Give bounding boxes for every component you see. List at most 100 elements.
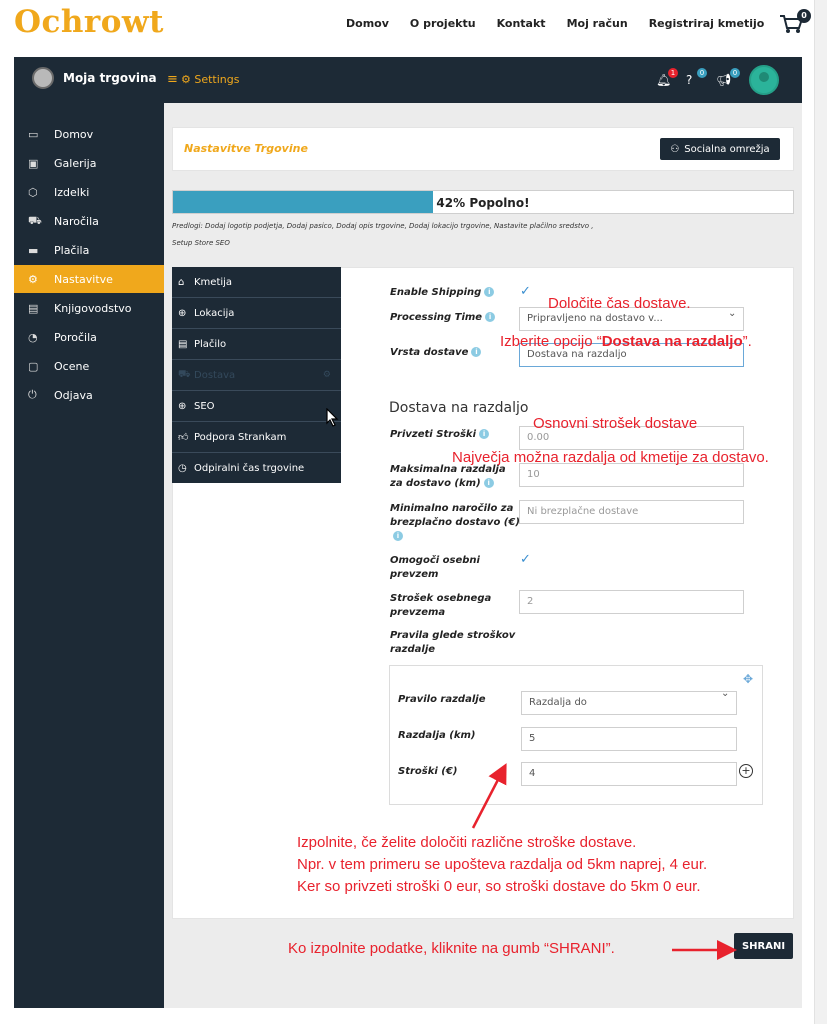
site-logo[interactable]: Ochrowt — [14, 4, 164, 40]
help-icon[interactable]: ? — [686, 73, 692, 87]
info-icon[interactable]: i — [483, 478, 494, 488]
sidebar-item-reviews[interactable]: ▢ Ocene — [14, 352, 164, 380]
truck-icon: ⛟ — [178, 368, 191, 380]
pickup-cost-label: Strošek osebnega prevzema — [390, 592, 491, 620]
money-icon: ▤ — [178, 338, 188, 350]
sidebar-item-payments[interactable]: ▬ Plačila — [14, 236, 164, 264]
annotation-text: ”. — [742, 333, 752, 350]
sidebar-item-label: Ocene — [54, 359, 90, 373]
annotation-text: Izberite opcijo “ — [500, 333, 602, 350]
max-distance-input[interactable]: 10 — [519, 463, 744, 487]
scrollbar[interactable] — [814, 0, 827, 1024]
nav-register-farm[interactable]: Registriraj kmetijo — [649, 17, 765, 30]
sidebar-item-label: Naročila — [54, 214, 99, 228]
suggestions-line: Predlogi: Dodaj logotip podjetja, Dodaj … — [172, 222, 594, 230]
min-order-label: Minimalno naročilo za brezplačno dostavo … — [390, 502, 520, 544]
submenu-seo[interactable]: ⊕ SEO — [172, 391, 341, 422]
rule-distance-label: Razdalja (km) — [398, 730, 476, 741]
submenu-location[interactable]: ⊕ Lokacija — [172, 298, 341, 329]
nav-about[interactable]: O projektu — [410, 17, 476, 30]
section-title: Dostava na razdaljo — [389, 400, 529, 416]
chevron-down-icon: ⌄ — [728, 308, 737, 319]
sidebar-item-products[interactable]: ⬡ Izdelki — [14, 178, 164, 206]
submenu-label: Plačilo — [194, 338, 227, 350]
clock-icon: ◷ — [178, 463, 187, 474]
submenu-farm[interactable]: ⌂ Kmetija — [172, 267, 341, 298]
chart-icon: ◔ — [28, 330, 38, 344]
user-avatar[interactable] — [749, 65, 779, 95]
label-text: Pravila glede stroškov — [390, 630, 516, 641]
suggestions-text: Predlogi: Dodaj logotip podjetja, Dodaj … — [172, 218, 692, 252]
label-text: razdalje — [390, 644, 436, 655]
label-text: Processing Time — [390, 312, 483, 323]
image-icon: ▣ — [28, 156, 39, 170]
money-icon: ▤ — [28, 301, 39, 315]
enable-shipping-checkbox[interactable]: ✓ — [520, 285, 534, 299]
label-text: Vrsta dostave — [390, 347, 469, 358]
gears-icon: ⚙ — [181, 73, 195, 86]
annotation-save: Ko izpolnite podatke, kliknite na gumb “… — [288, 940, 615, 957]
sidebar-item-accounting[interactable]: ▤ Knjigovodstvo — [14, 294, 164, 322]
annotation-text: Ker so privzeti stroški 0 eur, so strošk… — [297, 878, 701, 895]
nav-home[interactable]: Domov — [346, 17, 389, 30]
info-icon[interactable]: i — [479, 429, 490, 439]
enable-shipping-label: Enable Shipping i — [390, 286, 495, 300]
personal-pickup-label: Omogoči osebni prevzem — [390, 554, 480, 582]
sidebar-item-orders[interactable]: ⛟ Naročila — [14, 207, 164, 235]
sidebar-item-home[interactable]: ▭ Domov — [14, 120, 164, 148]
users-icon: ⚇ — [670, 143, 680, 155]
submenu-opening-hours[interactable]: ◷ Odpiralni čas trgovine — [172, 453, 341, 484]
annotation-text: Npr. v tem primeru se upošteva razdalja … — [297, 856, 708, 873]
max-distance-label: Maksimalna razdalja za dostavo (km) i — [390, 463, 506, 491]
cart-count-badge: 0 — [797, 9, 811, 23]
nav-account[interactable]: Moj račun — [567, 17, 628, 30]
label-text: brezplačno dostavo (€) — [390, 517, 520, 528]
sidebar-item-label: Nastavitve — [54, 272, 113, 286]
cart-icon: ⛟ — [28, 213, 42, 227]
add-rule-icon[interactable]: + — [739, 764, 753, 778]
megaphone-icon[interactable]: 📢︎ — [716, 73, 731, 87]
annotation-text: Izpolnite, če želite določiti različne s… — [297, 834, 637, 851]
page-title: Nastavitve Trgovine — [184, 142, 308, 155]
info-icon[interactable]: i — [484, 287, 495, 297]
submenu-shipping[interactable]: ⛟ Dostava ⚙ — [172, 360, 341, 391]
mouse-cursor-icon — [326, 408, 339, 427]
sidebar-item-reports[interactable]: ◔ Poročila — [14, 323, 164, 351]
gear-icon: ⚙ — [322, 370, 331, 380]
rule-cost-input[interactable]: 4 — [521, 762, 737, 786]
save-button[interactable]: SHRANI — [734, 933, 793, 959]
annotation-max-distance: Največja možna razdalja od kmetije za do… — [452, 449, 769, 466]
min-order-input[interactable]: Ni brezplačne dostave — [519, 500, 744, 524]
store-name[interactable]: Moja trgovina — [63, 71, 157, 85]
nav-contact[interactable]: Kontakt — [497, 17, 546, 30]
social-networks-button[interactable]: ⚇ Socialna omrežja — [660, 138, 780, 160]
box-icon: ⬡ — [28, 185, 38, 199]
sidebar-item-label: Izdelki — [54, 185, 90, 199]
sidebar-item-gallery[interactable]: ▣ Galerija — [14, 149, 164, 177]
label-text: Minimalno naročilo za — [390, 503, 514, 514]
pickup-cost-input[interactable]: 2 — [519, 590, 744, 614]
submenu-payment[interactable]: ▤ Plačilo — [172, 329, 341, 360]
menu-toggle-icon[interactable]: ≡ — [167, 72, 178, 87]
chevron-down-icon: ⌄ — [721, 688, 730, 699]
rule-type-select[interactable]: Razdalja do — [521, 691, 737, 715]
label-text: prevzem — [390, 569, 439, 580]
info-icon[interactable]: i — [485, 312, 496, 322]
annotation-shipping-type: Izberite opcijo “Dostava na razdaljo”. — [500, 333, 752, 350]
submenu-customer-support[interactable]: 👍︎ Podpora Strankam — [172, 422, 341, 453]
processing-time-label: Processing Time i — [390, 311, 496, 325]
move-icon[interactable]: ✥ — [743, 672, 753, 686]
sidebar-item-logout[interactable]: ⏻ Odjava — [14, 381, 164, 409]
shipping-type-label: Vrsta dostave i — [390, 346, 482, 360]
sidebar-item-settings[interactable]: ⚙ Nastavitve — [14, 265, 164, 293]
info-icon[interactable]: i — [393, 531, 403, 541]
info-icon[interactable]: i — [471, 347, 482, 357]
personal-pickup-checkbox[interactable]: ✓ — [520, 553, 534, 567]
submenu-label: Lokacija — [194, 307, 235, 319]
label-text: Omogoči osebni — [390, 555, 480, 566]
suggestions-line: Setup Store SEO — [172, 239, 230, 247]
notification-badge: 1 — [668, 68, 678, 78]
sidebar-item-label: Knjigovodstvo — [54, 301, 132, 315]
store-avatar — [32, 67, 54, 89]
rule-distance-input[interactable]: 5 — [521, 727, 737, 751]
